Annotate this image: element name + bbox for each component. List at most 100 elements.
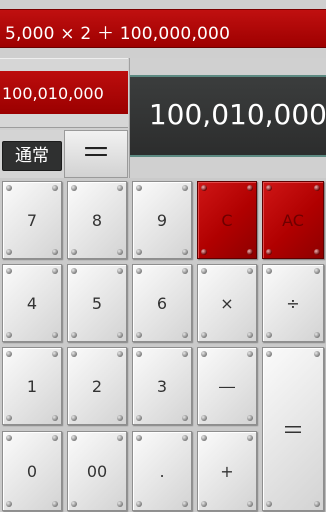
key-9[interactable]: 9 — [132, 181, 192, 259]
screw-icon — [117, 415, 123, 421]
key-label: 4 — [26, 293, 38, 313]
screw-icon — [247, 249, 253, 255]
screw-icon — [247, 501, 253, 507]
screw-icon — [71, 501, 77, 507]
screw-icon — [71, 415, 77, 421]
key-1[interactable]: 1 — [2, 347, 62, 425]
all-clear-button[interactable]: AC — [262, 181, 324, 259]
screw-icon — [201, 501, 207, 507]
screw-icon — [314, 249, 320, 255]
screw-icon — [71, 185, 77, 191]
screw-icon — [247, 415, 253, 421]
screw-icon — [247, 185, 253, 191]
key-label: . — [159, 461, 165, 481]
screw-icon — [314, 332, 320, 338]
screw-icon — [266, 249, 272, 255]
key-label: ― — [219, 376, 235, 396]
plus-button[interactable]: + — [197, 431, 257, 511]
screw-icon — [71, 435, 77, 441]
screw-icon — [6, 332, 12, 338]
screw-icon — [117, 435, 123, 441]
screw-icon — [52, 435, 58, 441]
key-label: + — [220, 461, 234, 481]
screw-icon — [182, 501, 188, 507]
key-label: AC — [282, 210, 304, 230]
equals-top-button[interactable]: ＝ — [64, 130, 128, 178]
key-label: 5 — [91, 293, 103, 313]
result-display: 100,010,000 — [130, 75, 326, 157]
screw-icon — [182, 332, 188, 338]
mode-row: 通常 ＝ — [0, 130, 128, 178]
screw-icon — [117, 501, 123, 507]
key-6[interactable]: 6 — [132, 264, 192, 342]
screw-icon — [52, 501, 58, 507]
screw-icon — [6, 501, 12, 507]
mode-button[interactable]: 通常 — [2, 141, 62, 171]
key-0[interactable]: 0 — [2, 431, 62, 511]
result-value: 100,010,000 — [148, 98, 326, 131]
key-label: 2 — [91, 376, 103, 396]
key-7[interactable]: 7 — [2, 181, 62, 259]
screw-icon — [6, 415, 12, 421]
screw-icon — [182, 268, 188, 274]
screw-icon — [136, 351, 142, 357]
key-4[interactable]: 4 — [2, 264, 62, 342]
equals-button[interactable]: ＝ — [262, 347, 324, 511]
key-label: 9 — [156, 210, 168, 230]
screw-icon — [117, 332, 123, 338]
screw-icon — [266, 351, 272, 357]
key-5[interactable]: 5 — [67, 264, 127, 342]
screw-icon — [247, 268, 253, 274]
key-2[interactable]: 2 — [67, 347, 127, 425]
formula-display: 5,000 × 2 ＋ 100,000,000 — [0, 9, 326, 48]
screw-icon — [201, 268, 207, 274]
screw-icon — [201, 435, 207, 441]
divide-button[interactable]: ÷ — [262, 264, 324, 342]
screw-icon — [201, 415, 207, 421]
screw-icon — [117, 351, 123, 357]
key-8[interactable]: 8 — [67, 181, 127, 259]
screw-icon — [117, 268, 123, 274]
memory-display: 100,010,000 — [0, 71, 128, 114]
keypad: 7 8 9 C AC 4 5 6 × ÷ 1 2 3 ― ＝ 0 00 . + — [0, 178, 326, 512]
key-label: 00 — [86, 461, 108, 481]
screw-icon — [182, 415, 188, 421]
key-label: × — [220, 293, 234, 313]
screw-icon — [182, 185, 188, 191]
key-3[interactable]: 3 — [132, 347, 192, 425]
screw-icon — [266, 268, 272, 274]
screw-icon — [314, 501, 320, 507]
screw-icon — [52, 351, 58, 357]
screw-icon — [182, 249, 188, 255]
screw-icon — [52, 415, 58, 421]
screw-icon — [201, 332, 207, 338]
screw-icon — [136, 415, 142, 421]
screw-icon — [6, 351, 12, 357]
screw-icon — [71, 332, 77, 338]
key-00[interactable]: 00 — [67, 431, 127, 511]
key-label: 1 — [26, 376, 38, 396]
minus-button[interactable]: ― — [197, 347, 257, 425]
memory-panel: 100,010,000 — [0, 58, 128, 128]
decimal-button[interactable]: . — [132, 431, 192, 511]
key-label: 0 — [26, 461, 38, 481]
memory-value: 100,010,000 — [2, 84, 104, 103]
clear-button[interactable]: C — [197, 181, 257, 259]
screw-icon — [201, 351, 207, 357]
multiply-button[interactable]: × — [197, 264, 257, 342]
screw-icon — [71, 249, 77, 255]
screw-icon — [6, 268, 12, 274]
screw-icon — [266, 332, 272, 338]
formula-expression: 5,000 × 2 ＋ 100,000,000 — [5, 24, 231, 44]
screw-icon — [136, 435, 142, 441]
screw-icon — [314, 351, 320, 357]
screw-icon — [117, 185, 123, 191]
screw-icon — [136, 501, 142, 507]
key-label: C — [221, 210, 233, 230]
key-label: 7 — [26, 210, 38, 230]
screw-icon — [52, 332, 58, 338]
result-panel: 100,010,000 — [129, 58, 326, 178]
screw-icon — [6, 185, 12, 191]
screw-icon — [52, 249, 58, 255]
screw-icon — [6, 249, 12, 255]
